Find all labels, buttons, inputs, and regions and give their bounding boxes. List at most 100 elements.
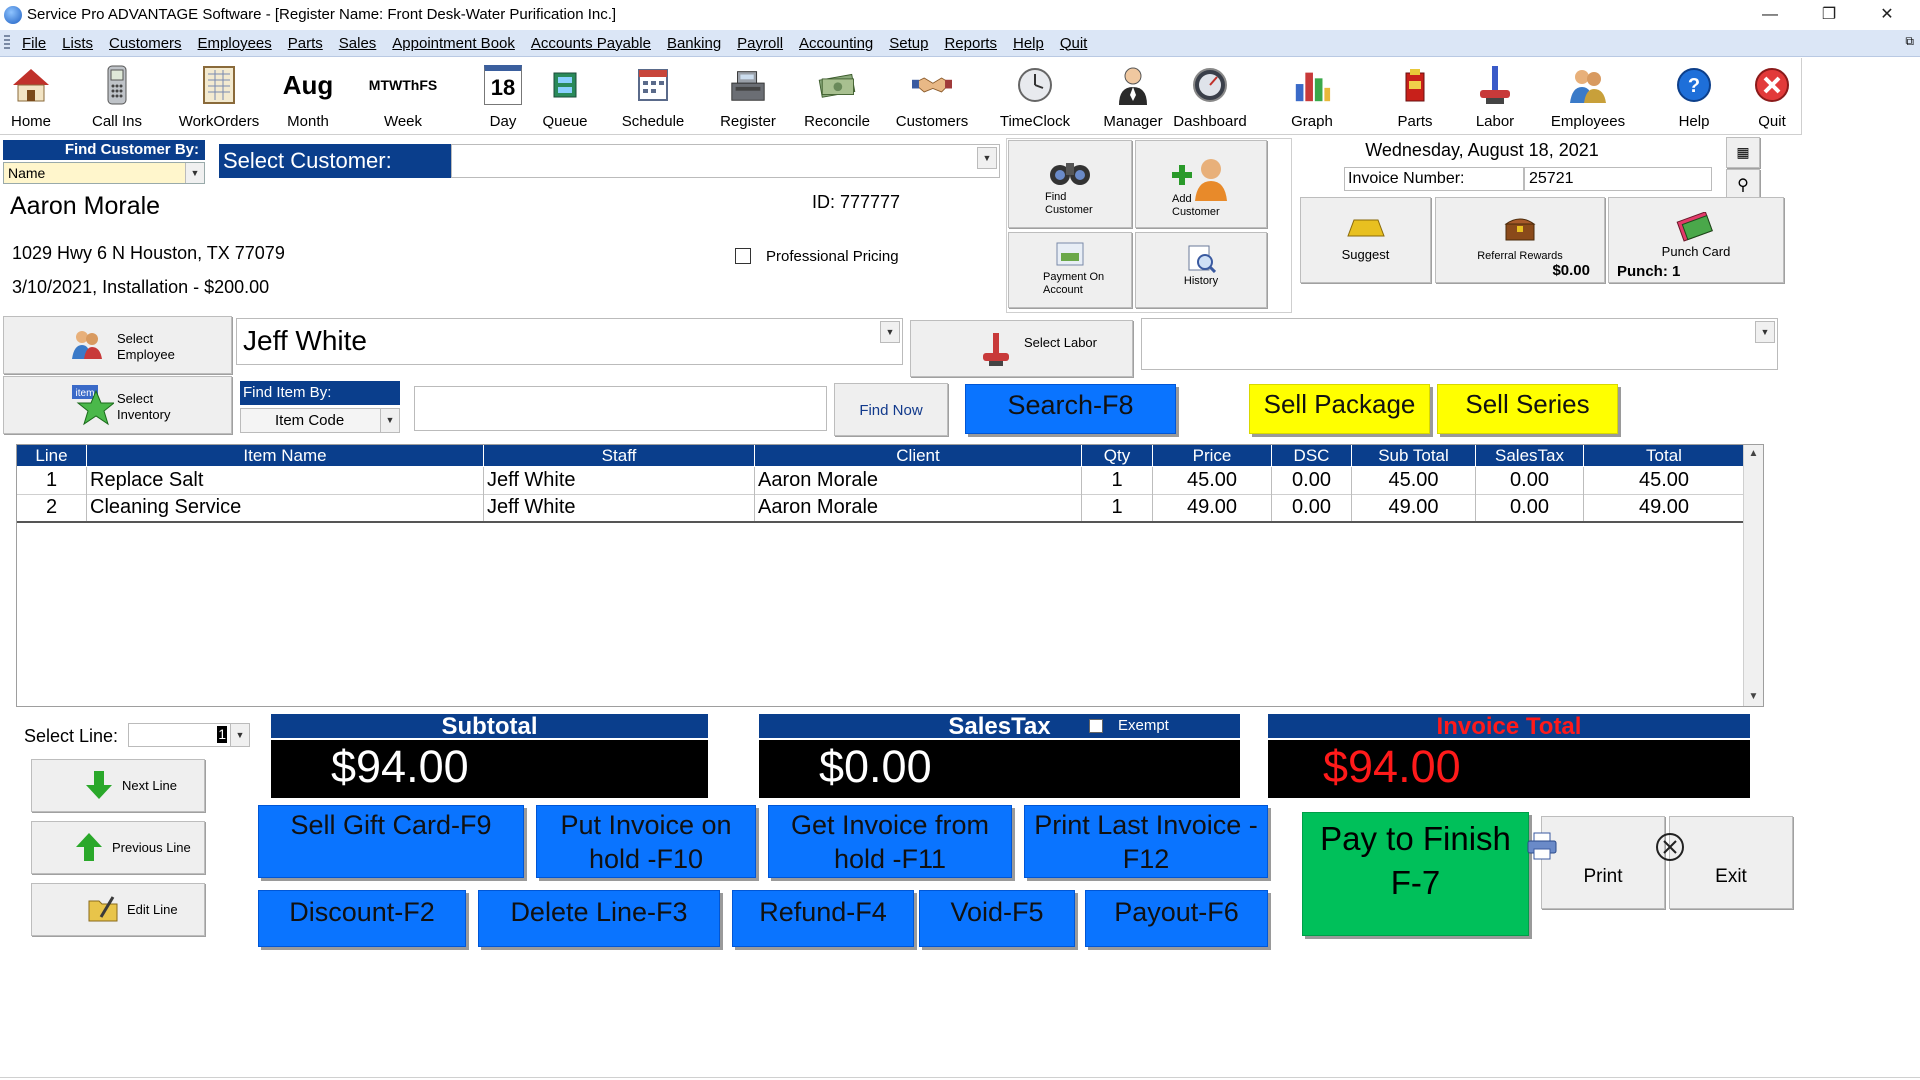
scroll-down-icon[interactable]: ▼: [1744, 688, 1763, 706]
chevron-down-icon[interactable]: ▼: [1755, 321, 1775, 343]
chevron-down-icon[interactable]: ▼: [230, 724, 249, 746]
history-button[interactable]: History: [1135, 232, 1267, 308]
delete-line-button[interactable]: Delete Line-F3: [478, 890, 720, 947]
toolbar-dashboard-button[interactable]: Dashboard: [1170, 62, 1250, 134]
find-customer-button[interactable]: Find Customer: [1008, 140, 1132, 228]
menu-reports[interactable]: Reports: [936, 35, 1005, 52]
referral-rewards-button[interactable]: Referral Rewards $0.00: [1435, 197, 1605, 283]
invoice-search-button[interactable]: ⚲: [1726, 169, 1760, 200]
invoice-number-field[interactable]: 25721: [1524, 167, 1712, 191]
professional-pricing-checkbox[interactable]: [735, 248, 751, 264]
toolbar-employees-button[interactable]: Employees: [1546, 62, 1630, 134]
void-button[interactable]: Void-F5: [919, 890, 1075, 947]
column-header-client[interactable]: Client: [755, 445, 1082, 466]
table-row[interactable]: 2 Cleaning Service Jeff White Aaron Mora…: [17, 494, 1745, 522]
exit-button[interactable]: Exit: [1656, 816, 1793, 909]
menu-parts[interactable]: Parts: [280, 35, 331, 52]
toolbar-week-button[interactable]: MTWThFS Week: [368, 62, 438, 134]
discount-button[interactable]: Discount-F2: [258, 890, 466, 947]
edit-line-button[interactable]: Edit Line: [31, 883, 205, 936]
chevron-down-icon[interactable]: ▼: [880, 321, 900, 343]
payment-on-account-button[interactable]: Payment On Account: [1008, 232, 1132, 308]
find-item-by-select[interactable]: Item Code ▼: [240, 408, 400, 433]
menu-file[interactable]: File: [14, 35, 54, 52]
toolbar-register-button[interactable]: Register: [712, 62, 784, 134]
next-line-button[interactable]: Next Line: [31, 759, 205, 812]
toolbar-timeclock-button[interactable]: TimeClock: [998, 62, 1072, 134]
toolbar-parts-button[interactable]: Parts: [1386, 62, 1444, 134]
menu-customers[interactable]: Customers: [101, 35, 190, 52]
sell-gift-card-button[interactable]: Sell Gift Card-F9: [258, 805, 524, 878]
add-customer-button[interactable]: Add Customer: [1135, 140, 1267, 228]
minimize-button[interactable]: —: [1747, 0, 1793, 30]
print-last-invoice-button[interactable]: Print Last Invoice - F12: [1024, 805, 1268, 878]
chevron-down-icon[interactable]: ▼: [380, 409, 399, 432]
menu-employees[interactable]: Employees: [190, 35, 280, 52]
column-header-total[interactable]: Total: [1584, 445, 1745, 466]
employee-combo[interactable]: Jeff White ▼: [236, 318, 903, 365]
previous-line-button[interactable]: Previous Line: [31, 821, 205, 874]
toolbar-customers-button[interactable]: Customers: [892, 62, 972, 134]
menu-lists[interactable]: Lists: [54, 35, 101, 52]
menu-sales[interactable]: Sales: [331, 35, 385, 52]
search-f8-button[interactable]: Search-F8: [965, 384, 1176, 434]
scroll-up-icon[interactable]: ▲: [1744, 445, 1763, 463]
sell-series-button[interactable]: Sell Series: [1437, 384, 1618, 434]
column-header-price[interactable]: Price: [1153, 445, 1272, 466]
menu-appointment-book[interactable]: Appointment Book: [384, 35, 523, 52]
toolbar-manager-button[interactable]: Manager: [1100, 62, 1166, 134]
column-header-item-name[interactable]: Item Name: [87, 445, 484, 466]
toolbar-call-ins-button[interactable]: Call Ins: [88, 62, 146, 134]
grid-scrollbar[interactable]: ▲ ▼: [1743, 445, 1763, 706]
find-now-button[interactable]: Find Now: [834, 383, 948, 436]
chevron-down-icon[interactable]: ▼: [977, 147, 997, 169]
menu-payroll[interactable]: Payroll: [729, 35, 791, 52]
toolbar-workorders-button[interactable]: WorkOrders: [178, 62, 260, 134]
restore-button[interactable]: ❐: [1806, 0, 1852, 30]
column-header-staff[interactable]: Staff: [484, 445, 755, 466]
select-customer-combo[interactable]: ▼: [451, 144, 1000, 178]
chevron-down-icon[interactable]: ▼: [185, 163, 204, 183]
subtotal-label: Subtotal: [271, 714, 708, 740]
column-header-dsc[interactable]: DSC: [1272, 445, 1352, 466]
menu-accounts-payable[interactable]: Accounts Payable: [523, 35, 659, 52]
select-inventory-button[interactable]: item Select Inventory: [3, 376, 232, 434]
select-labor-button[interactable]: Select Labor: [910, 320, 1133, 377]
menu-accounting[interactable]: Accounting: [791, 35, 881, 52]
labor-combo[interactable]: ▼: [1141, 318, 1778, 370]
refund-button[interactable]: Refund-F4: [732, 890, 914, 947]
toolbar-quit-button[interactable]: Quit: [1746, 62, 1798, 134]
menu-quit[interactable]: Quit: [1052, 35, 1096, 52]
column-header-salestax[interactable]: SalesTax: [1476, 445, 1584, 466]
toolbar-schedule-button[interactable]: Schedule: [616, 62, 690, 134]
toolbar-labor-button[interactable]: Labor: [1466, 62, 1524, 134]
column-header-sub-total[interactable]: Sub Total: [1352, 445, 1476, 466]
payout-button[interactable]: Payout-F6: [1085, 890, 1268, 947]
column-header-line[interactable]: Line: [17, 445, 87, 466]
punch-card-button[interactable]: Punch Card Punch: 1: [1608, 197, 1784, 283]
close-button[interactable]: ✕: [1864, 0, 1910, 30]
toolbar-day-button[interactable]: 18 Day: [478, 62, 528, 134]
sell-package-button[interactable]: Sell Package: [1249, 384, 1430, 434]
toolbar-month-button[interactable]: Aug Month: [280, 62, 336, 134]
select-employee-button[interactable]: Select Employee: [3, 316, 232, 374]
mdi-restore-icon[interactable]: ⧉: [1905, 34, 1914, 49]
toolbar-reconcile-button[interactable]: Reconcile: [800, 62, 874, 134]
menu-help[interactable]: Help: [1005, 35, 1052, 52]
column-header-qty[interactable]: Qty: [1082, 445, 1153, 466]
toolbar-graph-button[interactable]: Graph: [1282, 62, 1342, 134]
toolbar-home-button[interactable]: Home: [2, 62, 60, 134]
menu-banking[interactable]: Banking: [659, 35, 729, 52]
find-customer-by-select[interactable]: Name ▼: [3, 162, 205, 184]
select-line-combo[interactable]: 1 ▼: [128, 723, 250, 747]
toolbar-help-button[interactable]: ? Help: [1668, 62, 1720, 134]
toolbar-queue-button[interactable]: Queue: [538, 62, 592, 134]
put-on-hold-button[interactable]: Put Invoice on hold -F10: [536, 805, 756, 878]
suggest-button[interactable]: Suggest: [1300, 197, 1431, 283]
menu-setup[interactable]: Setup: [881, 35, 936, 52]
exempt-checkbox[interactable]: [1089, 719, 1103, 733]
item-search-input[interactable]: [414, 386, 827, 431]
get-from-hold-button[interactable]: Get Invoice from hold -F11: [768, 805, 1012, 878]
table-row[interactable]: 1 Replace Salt Jeff White Aaron Morale 1…: [17, 467, 1745, 495]
calculator-button[interactable]: ▦: [1726, 137, 1760, 168]
